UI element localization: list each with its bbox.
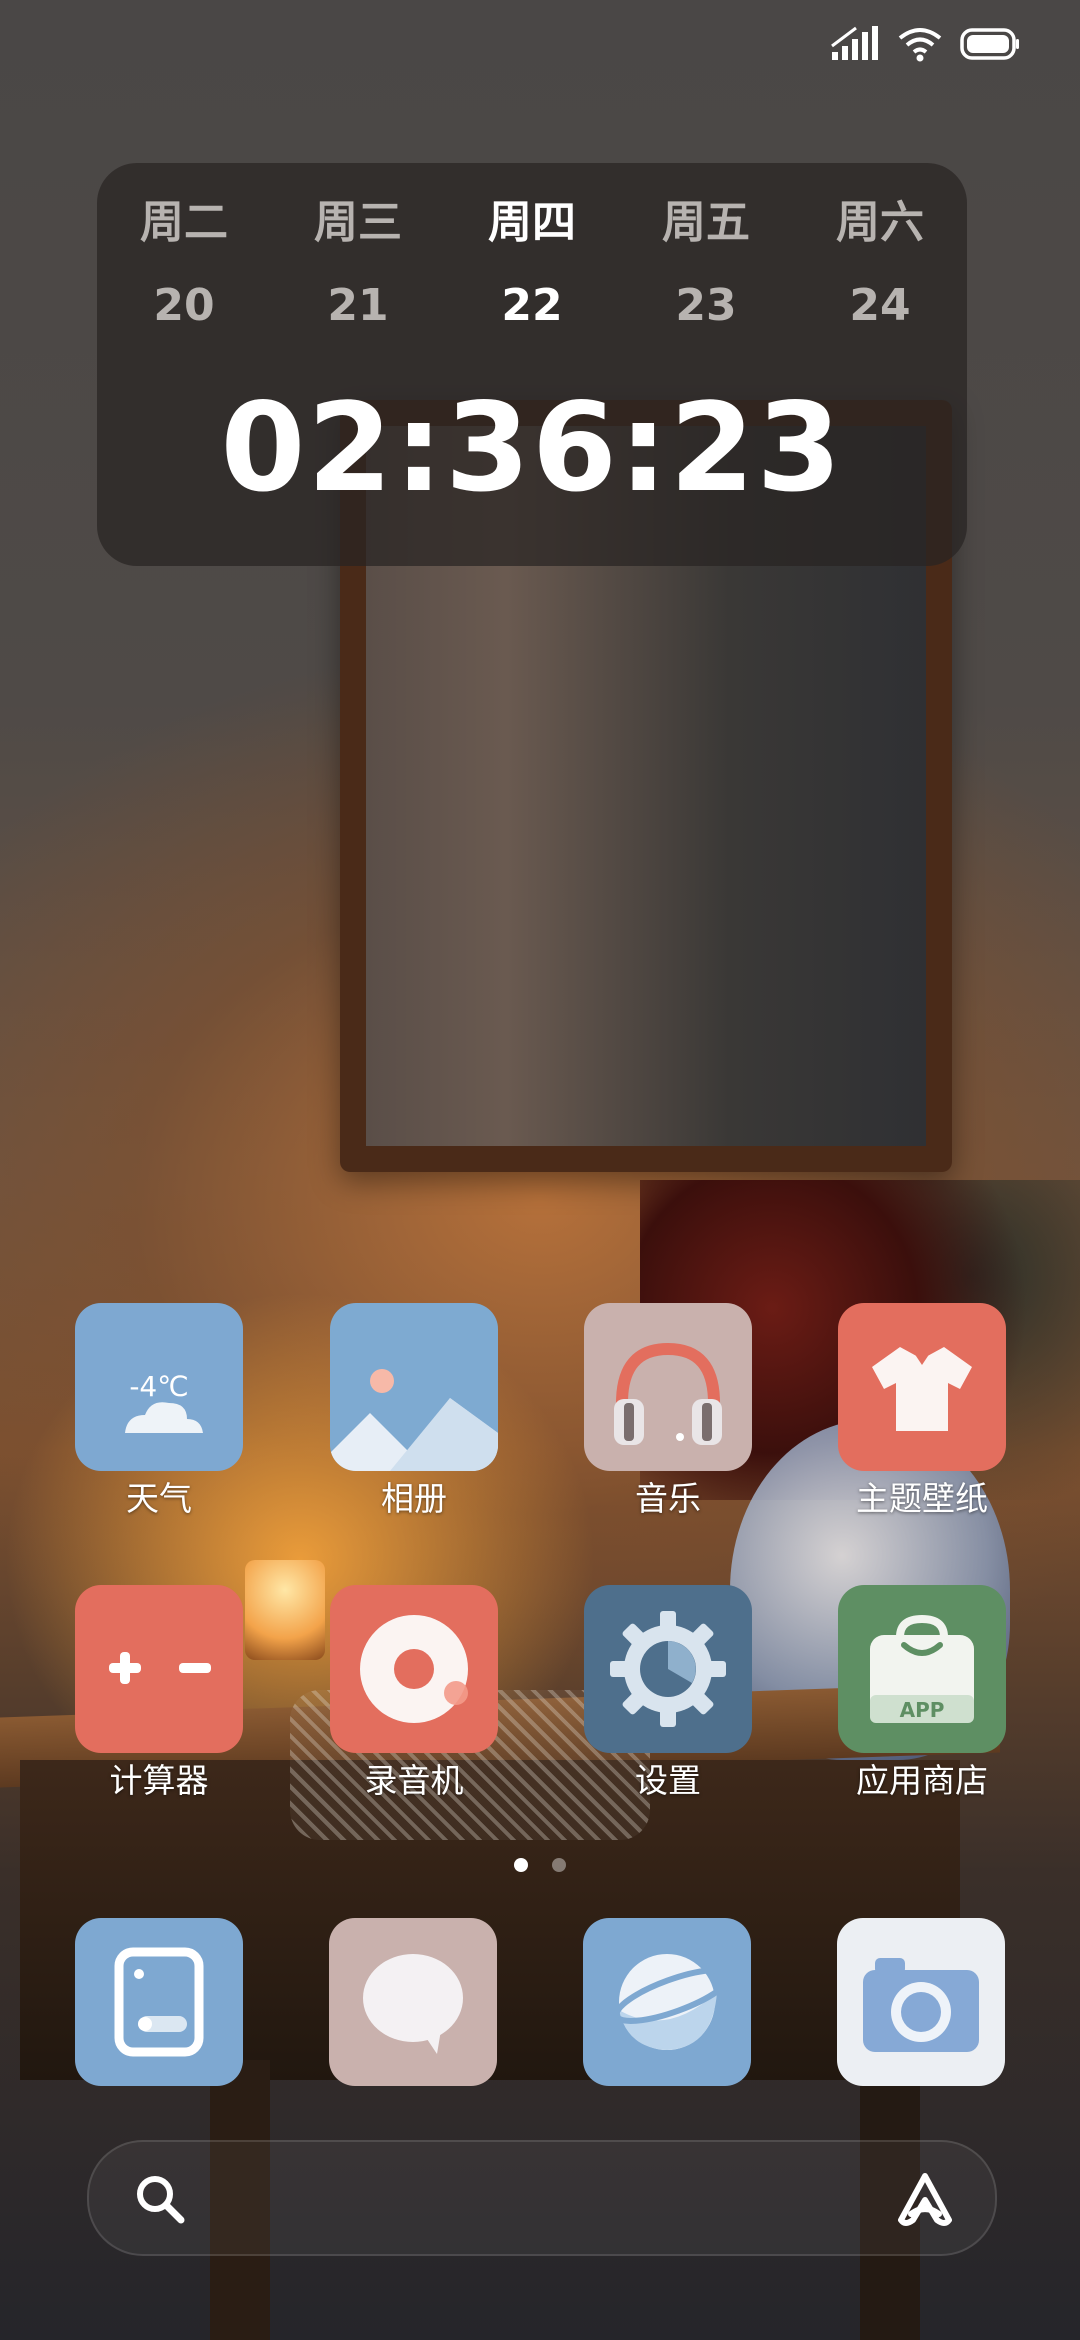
status-icons [830, 26, 1020, 66]
dock-camera[interactable] [837, 1918, 1005, 2086]
app-label: 天气 [126, 1479, 192, 1518]
recorder-icon [330, 1585, 498, 1753]
camera-icon [863, 1958, 979, 2052]
app-settings[interactable]: 设置 [583, 1585, 753, 1803]
page-dot-current [514, 1858, 528, 1872]
day-name: 周二 [140, 197, 228, 248]
search-icon[interactable] [133, 2172, 187, 2230]
day-fri: 周五 23 [619, 193, 793, 331]
app-label: 相册 [381, 1479, 447, 1518]
status-bar [0, 0, 1080, 96]
appstore-icon: APP [838, 1585, 1006, 1753]
day-name: 周六 [836, 197, 924, 248]
page-indicator [0, 1858, 1080, 1872]
day-date: 20 [153, 280, 215, 331]
day-date: 23 [675, 280, 737, 331]
app-label: 设置 [635, 1761, 701, 1800]
message-icon [363, 1954, 463, 2054]
page-dot [552, 1858, 566, 1872]
dock-phone[interactable] [75, 1918, 243, 2086]
day-date: 22 [501, 280, 563, 331]
app-music[interactable]: 音乐 [583, 1303, 753, 1521]
assistant-icon[interactable] [895, 2170, 955, 2232]
day-wed: 周三 21 [271, 193, 445, 331]
app-store[interactable]: APP 应用商店 [837, 1585, 1007, 1803]
browser-icon [613, 1954, 733, 2050]
app-weather[interactable]: -4℃ 天气 [74, 1303, 244, 1521]
settings-icon [584, 1585, 752, 1753]
day-tue: 周二 20 [97, 193, 271, 331]
battery-icon [960, 27, 1020, 65]
signal-icon [830, 26, 880, 66]
dock-messages[interactable] [329, 1918, 497, 2086]
app-recorder[interactable]: 录音机 [329, 1585, 499, 1803]
wallpaper-candle [245, 1560, 325, 1660]
day-date: 21 [327, 280, 389, 331]
search-bar[interactable] [87, 2140, 997, 2256]
app-calculator[interactable]: 计算器 [74, 1585, 244, 1803]
app-gallery[interactable]: 相册 [329, 1303, 499, 1521]
theme-icon [838, 1303, 1006, 1471]
dock-browser[interactable] [583, 1918, 751, 2086]
wifi-icon [898, 26, 942, 66]
gallery-icon [330, 1303, 498, 1471]
day-thu-current: 周四 22 [445, 193, 619, 331]
day-name: 周五 [662, 197, 750, 248]
clock-time: 02:36:23 [220, 377, 844, 519]
day-name: 周四 [488, 197, 576, 248]
calculator-icon [75, 1585, 243, 1753]
week-strip: 周二 20 周三 21 周四 22 周五 23 周六 24 [97, 193, 967, 331]
appstore-badge: APP [900, 1698, 945, 1722]
music-icon [584, 1303, 752, 1471]
app-label: 录音机 [364, 1761, 464, 1800]
day-sat: 周六 24 [793, 193, 967, 331]
day-date: 24 [849, 280, 911, 331]
app-label: 应用商店 [856, 1761, 988, 1800]
phone-icon [114, 1947, 204, 2057]
day-name: 周三 [314, 197, 402, 248]
app-label: 音乐 [635, 1479, 701, 1518]
calendar-clock-widget[interactable]: 周二 20 周三 21 周四 22 周五 23 周六 24 02:36:23 [97, 163, 967, 566]
app-label: 主题壁纸 [856, 1479, 988, 1518]
app-label: 计算器 [109, 1761, 209, 1800]
weather-temp: -4℃ [129, 1370, 188, 1403]
weather-icon: -4℃ [75, 1303, 243, 1471]
app-theme[interactable]: 主题壁纸 [837, 1303, 1007, 1521]
